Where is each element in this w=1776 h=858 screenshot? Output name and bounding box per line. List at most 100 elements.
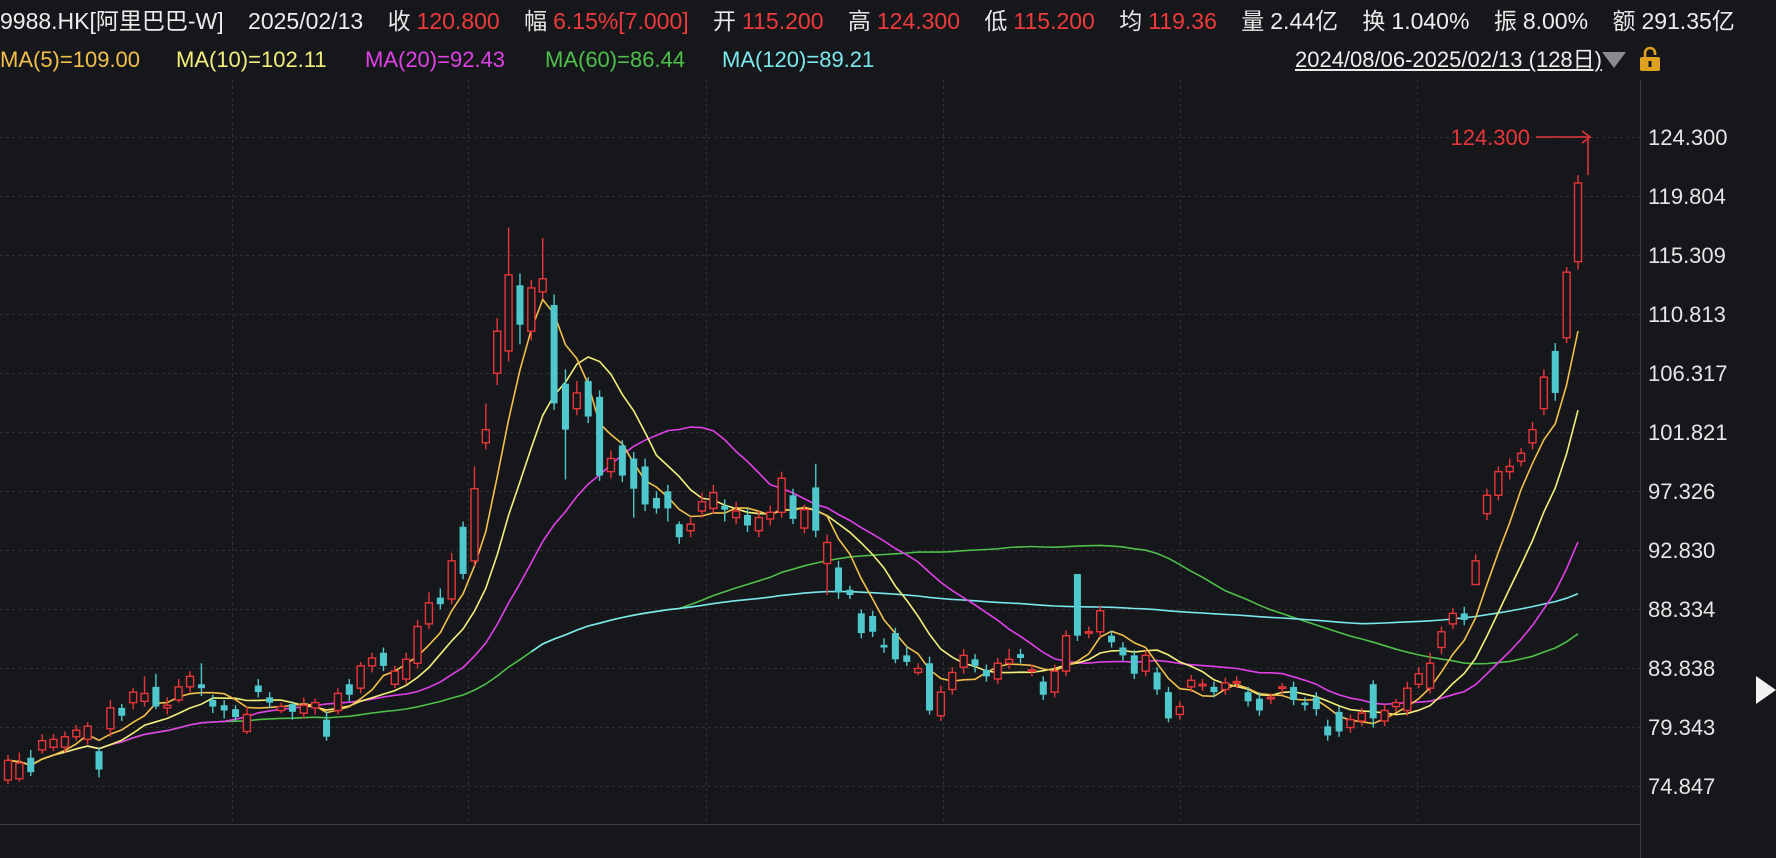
candle bbox=[550, 294, 558, 410]
y-tick-label: 88.334 bbox=[1648, 597, 1715, 622]
candle-body bbox=[835, 567, 843, 593]
candle-body bbox=[822, 541, 832, 565]
y-tick-label: 79.343 bbox=[1648, 715, 1715, 740]
candle-body bbox=[1425, 662, 1435, 689]
candle bbox=[424, 592, 434, 630]
candle bbox=[835, 560, 843, 599]
candle-body bbox=[3, 759, 13, 781]
candle-body bbox=[675, 524, 683, 538]
candle-body bbox=[731, 510, 741, 519]
candle bbox=[1130, 650, 1138, 680]
candle bbox=[948, 667, 957, 695]
candle bbox=[1335, 706, 1343, 737]
candle bbox=[913, 663, 923, 676]
candle-body bbox=[993, 662, 1002, 680]
candle-body bbox=[95, 751, 103, 770]
candle-body bbox=[880, 644, 888, 648]
candle-body bbox=[777, 477, 786, 514]
candle-body bbox=[1528, 428, 1537, 444]
candle-body bbox=[971, 659, 979, 666]
candle-body bbox=[504, 274, 513, 352]
candle bbox=[1061, 630, 1071, 677]
candle-body bbox=[140, 692, 149, 703]
candle bbox=[493, 318, 502, 386]
candle-body bbox=[1335, 711, 1343, 732]
candle-body bbox=[1164, 692, 1172, 719]
candle bbox=[254, 679, 262, 698]
y-tick-label: 115.309 bbox=[1648, 243, 1726, 268]
candle-body bbox=[232, 709, 240, 718]
candle-body bbox=[72, 729, 81, 738]
candle-body bbox=[1061, 634, 1071, 672]
candle bbox=[777, 471, 786, 518]
candle bbox=[652, 491, 660, 514]
candle-body bbox=[323, 719, 331, 737]
candle bbox=[1516, 448, 1526, 467]
candle-body bbox=[1482, 494, 1492, 515]
candle-body bbox=[869, 616, 877, 632]
candle bbox=[504, 227, 513, 362]
candle-body bbox=[1290, 686, 1298, 701]
candle bbox=[1573, 175, 1583, 270]
candle-body bbox=[220, 705, 228, 711]
candle bbox=[1119, 642, 1127, 661]
candle bbox=[1414, 667, 1423, 689]
candle bbox=[1551, 343, 1559, 401]
high-marker-label: 124.300 bbox=[1450, 125, 1530, 150]
candle bbox=[857, 609, 865, 639]
candle-body bbox=[596, 396, 604, 476]
candle-body bbox=[903, 655, 911, 662]
grid-lines bbox=[0, 80, 1641, 858]
candle-body bbox=[128, 691, 138, 704]
moving-average-lines bbox=[7, 297, 1579, 767]
candle bbox=[1369, 680, 1377, 728]
candle-body bbox=[789, 495, 797, 519]
candle bbox=[1448, 608, 1458, 630]
candle bbox=[242, 706, 252, 735]
candle-body bbox=[1471, 560, 1480, 586]
candle bbox=[766, 505, 775, 526]
candle-body bbox=[1324, 726, 1332, 736]
candle bbox=[812, 463, 820, 538]
candle-body bbox=[1266, 696, 1276, 700]
candle bbox=[1175, 701, 1185, 720]
candle-body bbox=[1516, 452, 1526, 462]
candle bbox=[1039, 676, 1047, 701]
candle-body bbox=[527, 287, 536, 332]
candle-body bbox=[959, 654, 968, 668]
candle bbox=[459, 521, 467, 580]
y-tick-label: 124.300 bbox=[1648, 125, 1728, 150]
candle-body bbox=[812, 487, 820, 531]
candle-body bbox=[288, 703, 296, 712]
candle bbox=[731, 501, 741, 525]
candle bbox=[310, 698, 320, 715]
candle-body bbox=[766, 511, 775, 520]
candle bbox=[1391, 698, 1401, 712]
candle bbox=[1505, 458, 1514, 480]
candle-body bbox=[1505, 465, 1514, 473]
candle-body bbox=[891, 633, 899, 660]
candle bbox=[356, 661, 365, 694]
candle-body bbox=[754, 516, 764, 532]
candle bbox=[299, 697, 308, 719]
candle bbox=[436, 588, 444, 610]
candle-body bbox=[1004, 658, 1014, 664]
ma120-line bbox=[530, 590, 1579, 653]
candle bbox=[266, 692, 274, 708]
candle-body bbox=[1027, 669, 1037, 673]
candle-body bbox=[913, 667, 923, 674]
candle-body bbox=[174, 686, 183, 701]
candle bbox=[1084, 626, 1093, 639]
candle-body bbox=[1073, 574, 1081, 636]
candle-body bbox=[333, 692, 343, 712]
candle-body bbox=[936, 691, 946, 717]
candle bbox=[754, 511, 764, 538]
candle-body bbox=[1551, 350, 1559, 393]
candle bbox=[1425, 652, 1435, 694]
candle-body bbox=[618, 445, 626, 476]
candle bbox=[596, 390, 604, 481]
candle-body bbox=[1391, 701, 1401, 708]
candle bbox=[936, 685, 946, 721]
candle bbox=[572, 381, 582, 416]
candle-body bbox=[1232, 680, 1241, 684]
